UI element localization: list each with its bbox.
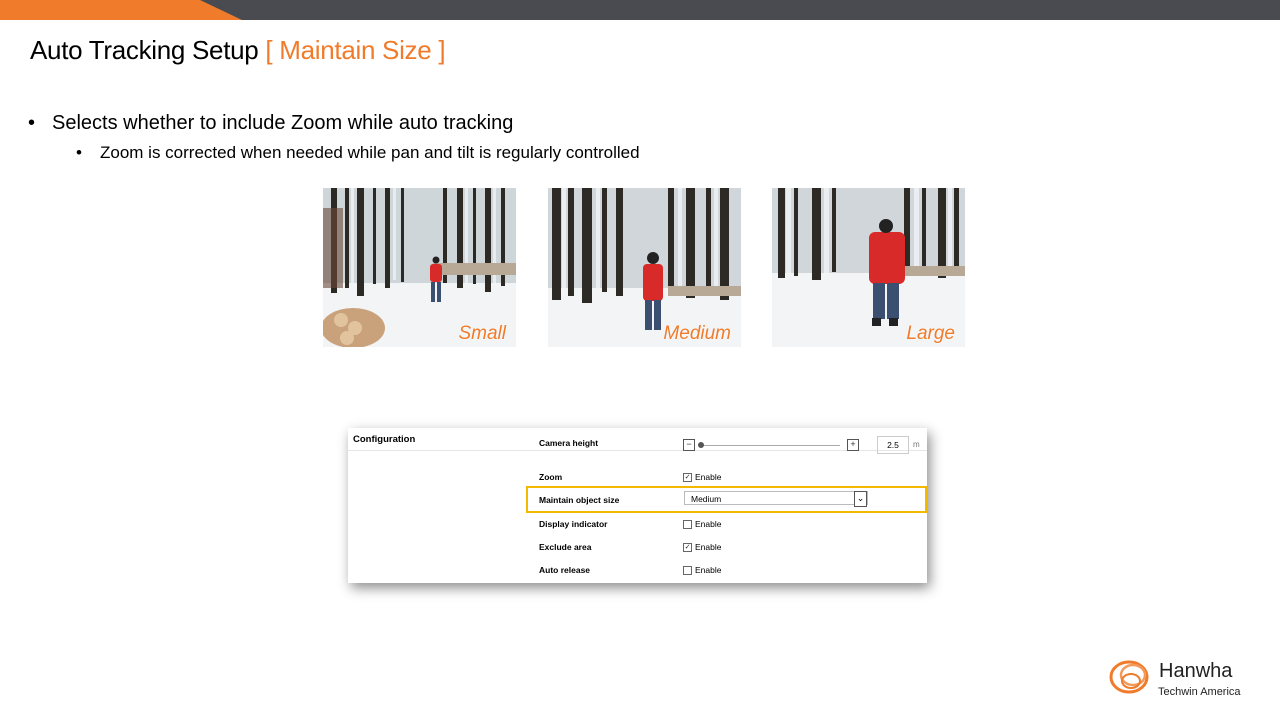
exclude-area-checkbox[interactable]: ✓ Enable: [683, 542, 721, 552]
camera-height-label: Camera height: [539, 438, 599, 448]
bullet-main: • Selects whether to include Zoom while a…: [28, 112, 513, 135]
auto-release-label: Auto release: [539, 565, 591, 575]
hanwha-swirl-icon: [1109, 660, 1149, 694]
checkbox-label: Enable: [695, 519, 722, 529]
hanwha-logo: Hanwha Techwin America: [1107, 655, 1267, 705]
photo-caption: Large: [906, 323, 955, 344]
logo-brand: Hanwha: [1159, 660, 1233, 682]
exclude-area-label: Exclude area: [539, 542, 592, 552]
zoom-enable-checkbox[interactable]: ✓ Enable: [683, 472, 721, 482]
photo-small: Small: [323, 188, 516, 347]
top-banner-accent: [0, 0, 242, 20]
bullet-main-text: Selects whether to include Zoom while au…: [52, 112, 514, 134]
photo-caption: Small: [458, 323, 506, 344]
bullet-marker: •: [28, 112, 36, 134]
checkbox-checked-icon[interactable]: ✓: [683, 472, 692, 482]
logo-subtitle: Techwin America: [1158, 686, 1241, 698]
display-indicator-checkbox[interactable]: Enable: [683, 519, 721, 529]
minus-icon[interactable]: −: [683, 439, 695, 451]
bullet-marker: •: [76, 143, 82, 162]
plus-icon[interactable]: +: [847, 439, 859, 451]
photo-large: Large: [772, 188, 965, 347]
slider-track[interactable]: [700, 445, 840, 446]
section-title: Configuration: [353, 434, 416, 445]
bullet-sub-text: Zoom is corrected when needed while pan …: [100, 143, 640, 162]
camera-height-unit: m: [913, 440, 920, 449]
slide-title: Auto Tracking Setup [ Maintain Size ]: [30, 35, 446, 66]
camera-height-input[interactable]: 2.5: [877, 436, 909, 454]
photo-medium: Medium: [548, 188, 741, 347]
display-indicator-label: Display indicator: [539, 519, 608, 529]
camera-height-slider[interactable]: − + 2.5 m: [683, 436, 926, 454]
photo-caption: Medium: [663, 323, 731, 344]
bullet-sub: • Zoom is corrected when needed while pan…: [76, 143, 640, 163]
auto-release-checkbox[interactable]: Enable: [683, 565, 721, 575]
checkbox-label: Enable: [695, 472, 722, 482]
checkbox-checked-icon[interactable]: ✓: [683, 542, 692, 552]
checkbox-unchecked-icon[interactable]: [683, 565, 692, 575]
checkbox-label: Enable: [695, 565, 722, 575]
highlight-box: [526, 486, 927, 513]
slide-title-text: Auto Tracking Setup: [30, 35, 259, 65]
slider-handle[interactable]: [698, 442, 704, 448]
checkbox-label: Enable: [695, 542, 722, 552]
slide-title-accent: [ Maintain Size ]: [265, 35, 446, 65]
checkbox-unchecked-icon[interactable]: [683, 519, 692, 529]
zoom-label: Zoom: [539, 472, 563, 482]
